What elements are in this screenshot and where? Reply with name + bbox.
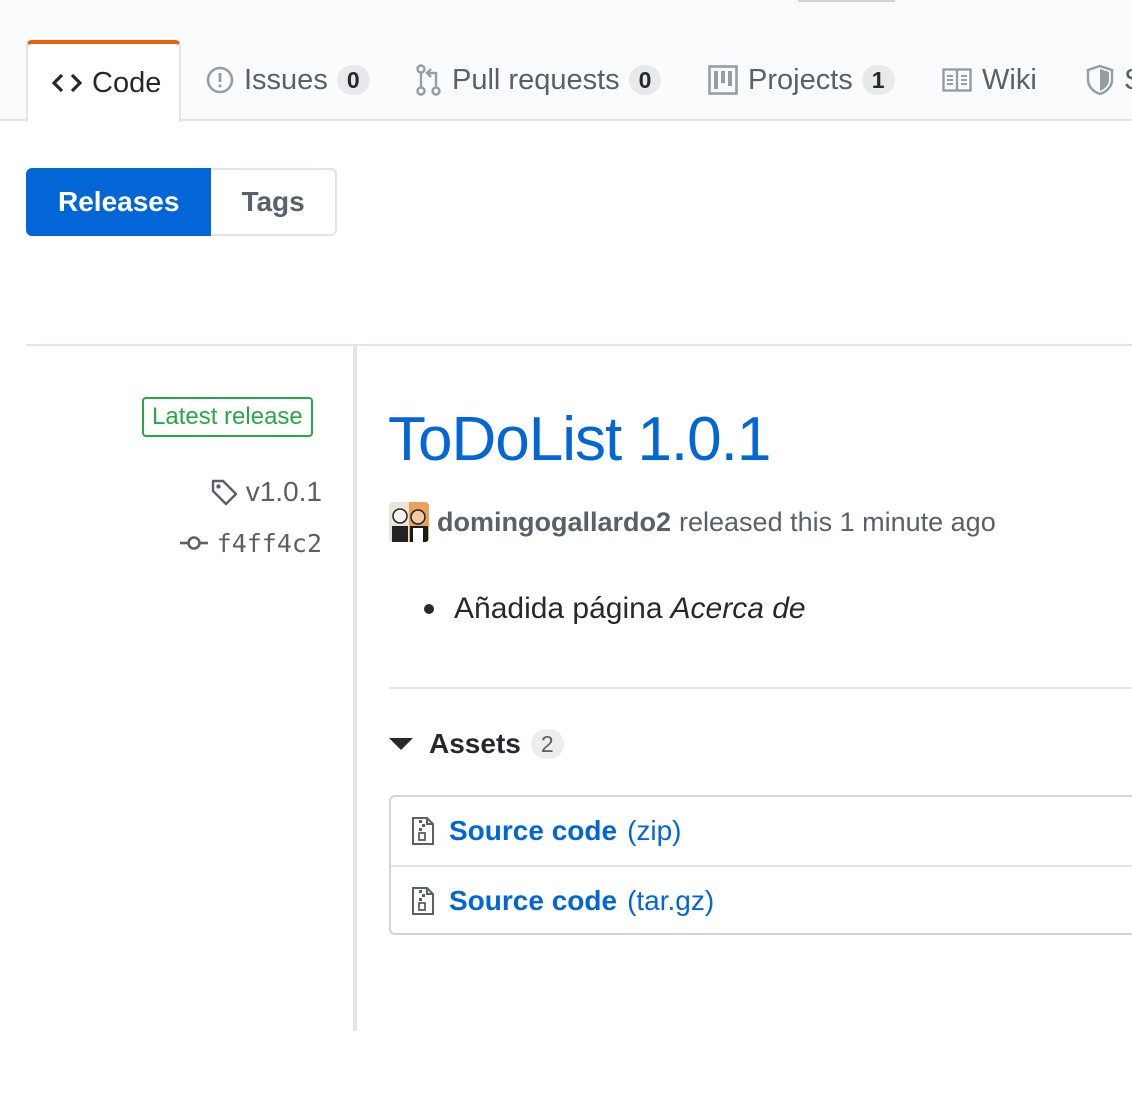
git-pull-request-icon — [416, 64, 442, 96]
asset-format[interactable]: (tar.gz) — [627, 885, 714, 917]
tab-issues-label: Issues — [244, 63, 328, 96]
timeline-top-divider — [26, 344, 1132, 346]
releases-tab-button[interactable]: Releases — [26, 168, 212, 236]
release-tag-link[interactable]: v1.0.1 — [210, 474, 322, 510]
releases-subnav: Releases Tags — [26, 168, 337, 236]
asset-item-zip[interactable]: Source code (zip) — [391, 797, 1132, 865]
tab-code[interactable]: Code — [26, 40, 181, 122]
release-author-link[interactable]: domingogallardo2 — [437, 507, 671, 538]
asset-name[interactable]: Source code — [449, 885, 617, 917]
tab-security[interactable]: S — [1086, 40, 1132, 120]
avatar[interactable] — [389, 502, 429, 542]
release-note-emphasis: Acerca de — [670, 592, 806, 625]
tags-tab-button[interactable]: Tags — [211, 168, 337, 236]
tab-projects-label: Projects — [748, 63, 853, 96]
latest-release-badge: Latest release — [142, 397, 313, 437]
assets-toggle[interactable]: Assets 2 — [389, 724, 564, 764]
project-icon — [708, 65, 738, 95]
released-time-text: released this 1 minute ago — [679, 506, 996, 537]
tab-pull-requests[interactable]: Pull requests 0 — [416, 40, 662, 120]
asset-item-targz[interactable]: Source code (tar.gz) — [391, 865, 1132, 935]
asset-name[interactable]: Source code — [449, 815, 617, 847]
tab-security-label: S — [1124, 64, 1132, 97]
assets-list: Source code (zip) Source code (tar.gz) — [389, 795, 1132, 935]
release-tag: v1.0.1 — [245, 476, 322, 507]
release-note-text: Añadida página — [454, 592, 663, 625]
projects-counter: 1 — [861, 65, 895, 95]
tag-icon — [210, 478, 246, 506]
assets-label: Assets — [429, 728, 521, 759]
tab-wiki-label: Wiki — [982, 63, 1037, 96]
file-zip-icon — [411, 816, 449, 846]
git-commit-icon — [179, 533, 217, 553]
tab-issues[interactable]: Issues 0 — [206, 40, 370, 120]
issues-counter: 0 — [336, 65, 370, 95]
release-body-divider — [389, 687, 1132, 689]
code-icon — [52, 72, 82, 94]
shield-icon — [1086, 64, 1114, 96]
book-icon — [942, 68, 972, 92]
release-commit-sha: f4ff4c2 — [216, 528, 322, 558]
tab-wiki[interactable]: Wiki — [942, 40, 1037, 120]
release-sidebar-divider — [353, 346, 357, 1031]
triangle-down-icon — [389, 738, 413, 750]
pull-requests-counter: 0 — [628, 65, 662, 95]
release-meta: domingogallardo2 released this 1 minute … — [389, 502, 996, 542]
tab-projects[interactable]: Projects 1 — [708, 40, 895, 120]
release-notes-item: Añadida página Acerca de — [424, 592, 806, 626]
release-commit-link[interactable]: f4ff4c2 — [179, 526, 322, 560]
tab-pull-requests-label: Pull requests — [452, 63, 620, 96]
issue-opened-icon — [206, 66, 234, 94]
topbar-divider — [798, 0, 895, 2]
file-zip-icon — [411, 886, 449, 916]
release-title-link[interactable]: ToDoList 1.0.1 — [388, 404, 771, 475]
repo-nav-bar: Code Issues 0 Pull requests 0 Projects 1… — [0, 0, 1132, 122]
bullet-icon — [424, 604, 434, 614]
assets-counter: 2 — [530, 729, 564, 759]
tab-code-label: Code — [92, 66, 162, 99]
asset-format[interactable]: (zip) — [627, 815, 681, 847]
